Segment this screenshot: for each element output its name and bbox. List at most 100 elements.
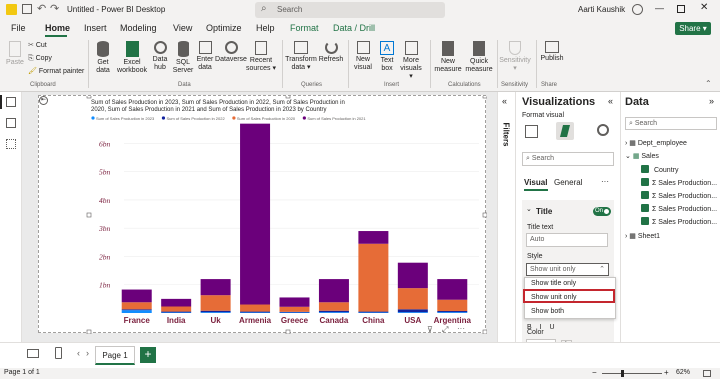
y-tick-label: 6bn [99,139,111,148]
zoom-thumb[interactable] [621,370,624,377]
chevron-down-icon[interactable]: ⌄ [526,205,532,213]
filter-icon[interactable]: ⊽ [427,325,433,334]
get-data-button[interactable]: Get data [91,41,115,75]
cut-button[interactable]: ✂ Cut [28,42,47,50]
expand-icon[interactable]: ⤢ [442,325,448,335]
user-name[interactable]: Aarti Kaushik [578,5,625,14]
tab-home[interactable]: Home [45,23,70,33]
checkbox-checked-icon[interactable] [641,191,649,199]
tab-insert[interactable]: Insert [84,23,107,33]
new-visual-button[interactable]: New visual [351,41,375,72]
collapse-data-icon[interactable]: » [709,96,714,106]
quick-measure-button[interactable]: Quick measure [464,41,494,74]
option-show-both[interactable]: Show both [531,308,564,315]
stacked-column-chart[interactable]: Sum of Sales Production in 2023, Sum of … [39,96,487,334]
mobile-layout-icon[interactable] [55,347,62,359]
analytics-icon[interactable] [597,124,609,136]
viz-search-input[interactable]: ⌕ Search [522,152,614,166]
filters-pane-collapsed[interactable]: « Filters [497,92,515,368]
more-options-icon[interactable]: ··· [601,177,609,186]
tab-page-1[interactable]: Page 1 [95,346,135,365]
field-country[interactable]: Country [641,165,678,174]
next-page-icon[interactable]: › [86,348,89,358]
table-name: Sales [641,153,659,160]
checkbox-checked-icon[interactable] [641,217,649,225]
more-visuals-button[interactable]: More visuals ▾ [398,41,424,81]
zoom-in-icon[interactable]: + [664,368,669,377]
text-box-button[interactable]: A Text box [376,41,398,73]
x-tick-label: France [124,316,151,325]
build-visual-icon[interactable] [525,125,538,138]
table-dept-employee[interactable]: › ▦ Dept_employee [625,139,687,147]
checkbox-checked-icon[interactable] [641,165,649,173]
group-clipboard: Clipboard [30,82,56,88]
tab-optimize[interactable]: Optimize [206,23,242,33]
close-icon[interactable]: ✕ [700,2,708,13]
title-text-input[interactable]: Auto [526,233,608,247]
redo-icon[interactable]: ↷ [50,2,59,15]
checkbox-checked-icon[interactable] [641,178,649,186]
field-sales-production[interactable]: Σ Sales Production... [641,178,717,187]
table-sales[interactable]: ⌄ ▦ Sales [625,152,659,160]
table-view-icon[interactable] [6,118,16,128]
report-view-icon[interactable] [6,97,16,107]
zoom-out-icon[interactable]: − [592,368,597,377]
model-view-icon[interactable] [6,139,16,149]
focus-mode-icon[interactable]: ⇤ [39,96,48,105]
new-measure-button[interactable]: New measure [433,41,463,74]
paste-button[interactable]: Paste [4,41,26,67]
tab-general[interactable]: General [554,178,582,187]
tab-help[interactable]: Help [256,23,275,33]
field-sales-production[interactable]: Σ Sales Production... [641,191,717,200]
data-search-input[interactable]: ⌕ Search [625,117,717,130]
enter-data-button[interactable]: Enter data [195,41,215,72]
collapse-ribbon-icon[interactable]: ⌃ [705,79,712,88]
bar-segment [437,312,468,313]
field-sales-production[interactable]: Σ Sales Production... [641,217,717,226]
collapse-viz-icon[interactable]: « [608,96,613,106]
dataverse-button[interactable]: Dataverse [215,41,247,64]
sql-server-button[interactable]: SQL Server [172,41,194,75]
recent-sources-button[interactable]: Recent sources ▾ [246,41,276,73]
zoom-slider[interactable] [602,373,662,374]
publish-button[interactable]: Publish [539,41,565,63]
tab-visual[interactable]: Visual [524,178,547,187]
field-sales-production[interactable]: Σ Sales Production... [641,204,717,213]
tab-modeling[interactable]: Modeling [120,23,157,33]
sensitivity-button[interactable]: Sensitivity ▾ [498,41,532,73]
transform-data-button[interactable]: Transform data ▾ [285,41,317,72]
checkbox-checked-icon[interactable] [641,204,649,212]
maximize-icon[interactable] [677,5,685,13]
copy-button[interactable]: ⎘ Copy [28,55,52,63]
table-sheet1[interactable]: › ▦ Sheet1 [625,232,660,240]
expand-filters-icon[interactable]: « [502,96,507,106]
y-tick-label: 4bn [99,196,111,205]
tab-format[interactable]: Format [290,23,319,33]
style-dropdown[interactable]: Show unit only ⌃ [526,263,609,276]
report-page[interactable]: Sum of Sales Production in 2023, Sum of … [38,95,487,335]
undo-icon[interactable]: ↶ [37,2,46,15]
data-hub-button[interactable]: Data hub [149,41,171,72]
global-search-box[interactable]: ⌕ Search [255,2,445,18]
minimize-icon[interactable]: — [655,3,664,13]
bar-segment [279,306,310,312]
option-show-title-only[interactable]: Show title only [531,280,576,287]
title-toggle[interactable]: On [593,207,611,216]
save-icon[interactable] [22,4,32,14]
refresh-button[interactable]: Refresh [318,41,344,64]
format-painter-button[interactable]: 🖌 Format painter [28,68,84,76]
resize-handle [86,212,92,218]
fit-to-page-icon[interactable] [703,370,711,377]
add-page-button[interactable]: + [140,347,156,363]
more-options-icon[interactable]: ··· [457,324,465,333]
tab-view[interactable]: View [173,23,192,33]
data-search-placeholder: Search [634,120,658,127]
prev-page-icon[interactable]: ‹ [77,348,80,358]
format-painter-label: Format painter [38,68,85,75]
excel-workbook-button[interactable]: Excel workbook [117,41,147,75]
desktop-layout-icon[interactable] [27,349,39,358]
tab-data-drill[interactable]: Data / Drill [333,23,375,33]
tab-file[interactable]: File [11,23,26,33]
avatar[interactable] [632,4,643,15]
share-button[interactable]: Share ▾ [675,22,711,35]
